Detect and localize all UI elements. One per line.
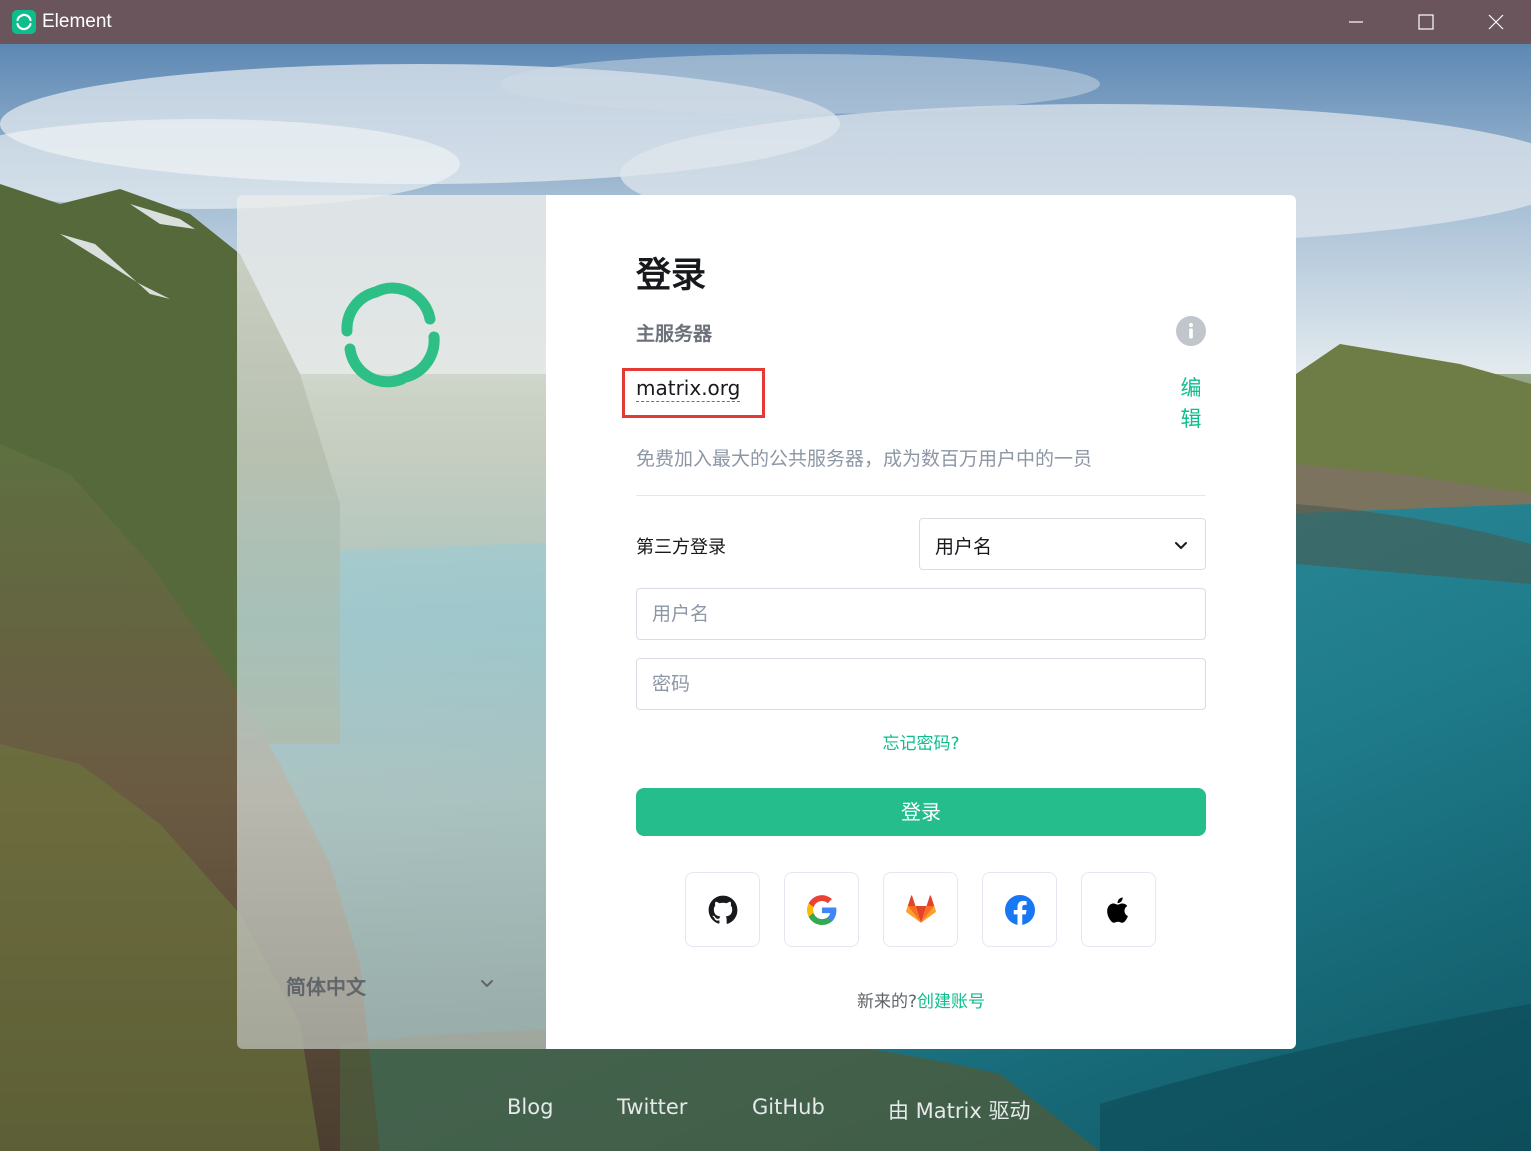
page-title: 登录	[636, 256, 707, 296]
login-type-value: 用户名	[935, 536, 993, 558]
password-input[interactable]	[637, 659, 1205, 709]
facebook-icon	[1005, 895, 1035, 925]
gitlab-icon	[906, 895, 936, 923]
github-icon	[708, 895, 738, 924]
title-bar: Element	[0, 0, 1531, 44]
divider	[636, 495, 1206, 496]
homeserver-name: matrix.org	[636, 376, 741, 402]
sso-google-button[interactable]	[784, 872, 859, 947]
language-selector-label[interactable]: 简体中文	[286, 971, 366, 1000]
forgot-password-link[interactable]: 忘记密码?	[636, 729, 1206, 754]
sso-github-button[interactable]	[685, 872, 760, 947]
create-account-prompt: 新来的?创建账号	[636, 987, 1206, 1012]
sso-apple-button[interactable]	[1081, 872, 1156, 947]
footer-link-matrix[interactable]: 由 Matrix 驱动	[888, 1095, 1030, 1125]
create-account-link[interactable]: 创建账号	[917, 992, 985, 1012]
close-button[interactable]	[1461, 0, 1531, 44]
login-type-select[interactable]: 用户名	[919, 518, 1206, 570]
footer-link-github[interactable]: GitHub	[752, 1095, 825, 1119]
auth-sidebar: 简体中文	[237, 195, 546, 1049]
edit-homeserver-button[interactable]: 编辑	[1178, 373, 1204, 435]
login-button[interactable]: 登录	[636, 788, 1206, 836]
username-input[interactable]	[637, 589, 1205, 639]
sso-facebook-button[interactable]	[982, 872, 1057, 947]
chevron-down-icon[interactable]	[478, 975, 496, 993]
auth-card: 简体中文 登录 主服务器 matrix.org 编辑 免费加入最大的公共服务器，…	[237, 195, 1296, 1049]
new-user-text: 新来的?	[856, 992, 918, 1012]
element-app-icon	[12, 10, 36, 34]
element-logo-icon	[336, 279, 446, 389]
chevron-down-icon	[1175, 542, 1187, 549]
footer-link-twitter[interactable]: Twitter	[617, 1095, 687, 1119]
info-icon[interactable]	[1176, 316, 1206, 346]
password-field[interactable]	[636, 658, 1206, 710]
minimize-button[interactable]	[1321, 0, 1391, 44]
google-icon	[807, 895, 837, 925]
login-type-label: 第三方登录	[636, 537, 726, 558]
username-field[interactable]	[636, 588, 1206, 640]
auth-form-panel: 登录 主服务器 matrix.org 编辑 免费加入最大的公共服务器，成为数百万…	[546, 195, 1296, 1049]
window-title: Element	[42, 11, 112, 32]
footer-link-blog[interactable]: Blog	[507, 1095, 553, 1119]
homeserver-label: 主服务器	[636, 323, 713, 345]
sso-gitlab-button[interactable]	[883, 872, 958, 947]
maximize-button[interactable]	[1391, 0, 1461, 44]
homeserver-description: 免费加入最大的公共服务器，成为数百万用户中的一员	[636, 448, 1093, 470]
apple-icon	[1107, 897, 1128, 923]
